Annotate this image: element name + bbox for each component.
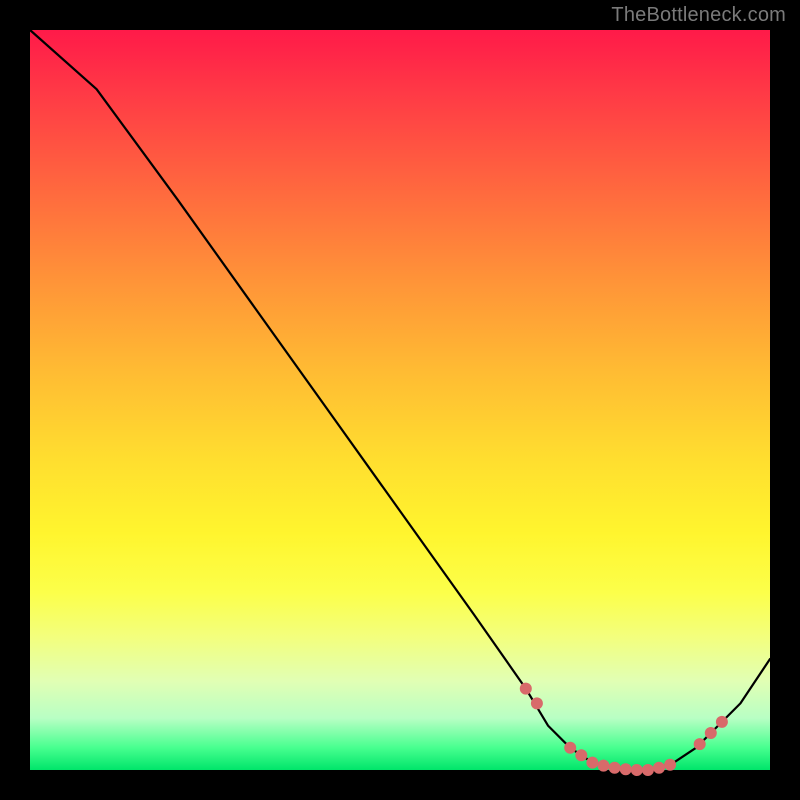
chart-frame: TheBottleneck.com — [0, 0, 800, 800]
curve-marker — [653, 762, 665, 774]
curve-marker — [664, 759, 676, 771]
curve-marker — [694, 738, 706, 750]
curve-marker — [716, 716, 728, 728]
bottleneck-curve — [30, 30, 770, 770]
curve-marker — [598, 760, 610, 772]
curve-marker — [705, 727, 717, 739]
curve-marker — [609, 762, 621, 774]
plot-area — [30, 30, 770, 770]
curve-marker — [642, 764, 654, 776]
curve-marker — [531, 697, 543, 709]
curve-marker — [620, 763, 632, 775]
chart-svg — [30, 30, 770, 770]
curve-marker — [631, 764, 643, 776]
curve-marker — [586, 757, 598, 769]
curve-marker — [520, 683, 532, 695]
watermark-text: TheBottleneck.com — [611, 4, 786, 27]
curve-marker — [564, 742, 576, 754]
curve-marker — [575, 749, 587, 761]
